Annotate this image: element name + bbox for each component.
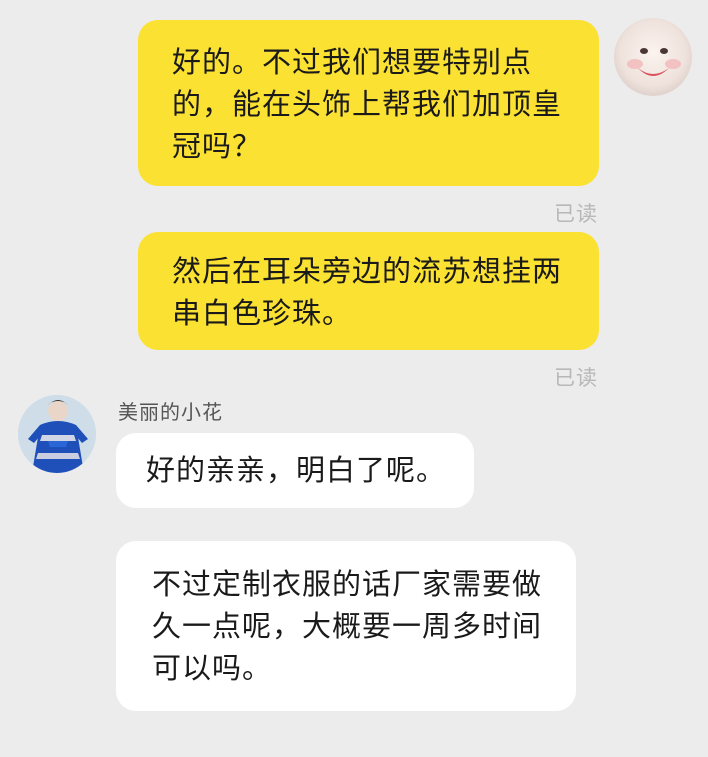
chat-conversation: 好的。不过我们想要特别点的，能在头饰上帮我们加顶皇冠吗？ 已读 然后在耳朵旁边的… — [0, 0, 708, 757]
message-text: 好的。不过我们想要特别点的，能在头饰上帮我们加顶皇冠吗？ — [172, 45, 563, 163]
sender-name: 美丽的小花 — [118, 400, 223, 424]
read-receipt: 已读 — [554, 202, 598, 226]
girl-in-blue-dress-icon — [18, 395, 96, 473]
message-bubble-outgoing[interactable]: 好的。不过我们想要特别点的，能在头饰上帮我们加顶皇冠吗？ — [138, 20, 599, 186]
message-text: 然后在耳朵旁边的流苏想挂两串白色珍珠。 — [172, 254, 563, 330]
message-text: 不过定制衣服的话厂家需要做久一点呢，大概要一周多时间可以吗。 — [152, 567, 543, 685]
my-avatar[interactable] — [614, 18, 692, 96]
read-receipt: 已读 — [554, 366, 598, 390]
message-bubble-incoming[interactable]: 不过定制衣服的话厂家需要做久一点呢，大概要一周多时间可以吗。 — [116, 541, 576, 711]
contact-avatar[interactable] — [18, 395, 96, 473]
message-bubble-incoming[interactable]: 好的亲亲，明白了呢。 — [116, 433, 474, 508]
smiling-face-icon — [614, 18, 692, 96]
message-text: 好的亲亲，明白了呢。 — [146, 453, 447, 487]
message-bubble-outgoing[interactable]: 然后在耳朵旁边的流苏想挂两串白色珍珠。 — [138, 232, 599, 350]
